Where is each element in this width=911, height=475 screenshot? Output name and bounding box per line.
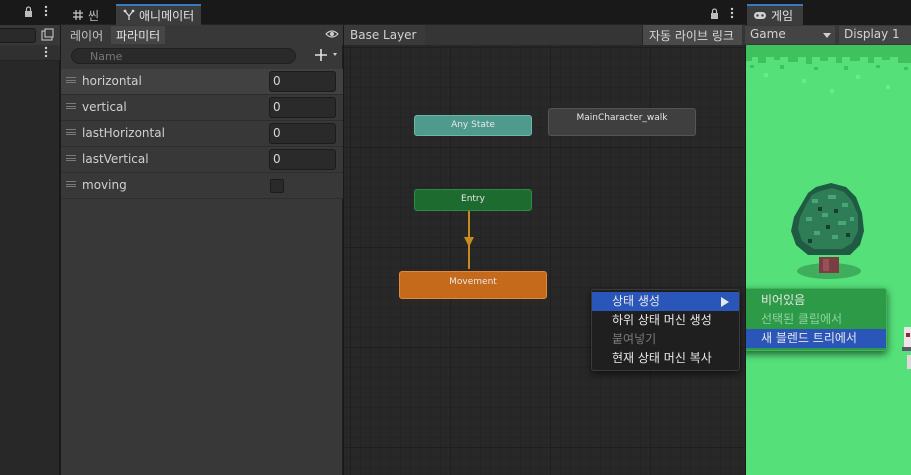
parameter-value-field[interactable]: 0 xyxy=(269,71,336,92)
game-scene xyxy=(746,45,911,475)
state-any-state[interactable]: Any State xyxy=(414,115,532,136)
menu-item-label: 상태 생성 xyxy=(612,294,660,308)
breadcrumb-arrow-icon xyxy=(418,25,427,45)
gamepad-icon xyxy=(754,12,766,19)
menu-create-sub-state-machine[interactable]: 하위 상태 머신 생성 xyxy=(592,311,739,330)
tab-scene-label: 씬 xyxy=(88,9,100,23)
game-tabbar: 게임 xyxy=(745,0,911,25)
display-select[interactable]: Display 1 xyxy=(839,26,911,44)
submenu-arrow-icon xyxy=(721,297,729,307)
animator-graph[interactable]: Base Layer 자동 라이브 링크 Any State MainChara… xyxy=(344,25,745,475)
tab-parameters[interactable]: 파라미터 xyxy=(111,26,166,44)
breadcrumb-label: Base Layer xyxy=(350,28,417,42)
tab-scene[interactable]: 씬 xyxy=(65,4,106,25)
parameter-row[interactable]: lastVertical 0 xyxy=(61,147,343,173)
drag-handle-icon[interactable] xyxy=(66,155,76,161)
menu-create-state[interactable]: 상태 생성 xyxy=(592,292,739,311)
eye-icon[interactable] xyxy=(325,29,339,39)
drag-handle-icon[interactable] xyxy=(66,181,76,187)
transition-arrow[interactable] xyxy=(459,211,479,273)
parameter-row[interactable]: horizontal 0 xyxy=(61,69,343,95)
grid-icon xyxy=(73,10,83,20)
tab-game-label: 게임 xyxy=(771,9,794,23)
tab-game[interactable]: 게임 xyxy=(747,4,804,25)
parameter-name: lastVertical xyxy=(82,152,149,166)
kebab-menu-icon[interactable] xyxy=(730,7,734,19)
breadcrumb[interactable]: Base Layer xyxy=(344,25,425,45)
parameter-bool-checkbox[interactable] xyxy=(270,179,284,193)
parameters-panel: 레이어 파라미터 horizontal 0 vertical 0 lastHor… xyxy=(61,25,343,475)
menu-paste: 붙여넣기 xyxy=(612,332,657,346)
hierarchy-subbar xyxy=(0,45,60,61)
parameter-name: vertical xyxy=(82,100,127,114)
chevron-down-icon xyxy=(823,33,831,38)
animator-subtabs: 레이어 파라미터 xyxy=(61,25,343,45)
parameter-name: lastHorizontal xyxy=(82,126,165,140)
lock-icon[interactable] xyxy=(24,6,33,17)
menu-from-selected-clip: 선택된 클립에서 xyxy=(761,312,843,326)
create-state-submenu: 비어있음 선택된 클립에서 새 블렌드 트리에서 xyxy=(746,288,887,351)
graph-context-menu: 상태 생성 하위 상태 머신 생성 붙여넣기 현재 상태 머신 복사 xyxy=(591,289,740,371)
kebab-menu-icon[interactable] xyxy=(44,5,48,17)
hierarchy-tabbar xyxy=(0,0,60,25)
state-entry[interactable]: Entry xyxy=(414,189,532,211)
parameter-list: horizontal 0 vertical 0 lastHorizontal 0… xyxy=(61,69,343,199)
display-mode-select[interactable]: Game xyxy=(745,26,835,44)
hierarchy-toolbar xyxy=(0,25,60,45)
parameter-name: horizontal xyxy=(82,74,142,88)
parameter-value-field[interactable]: 0 xyxy=(269,149,336,170)
scene-visibility-icon[interactable] xyxy=(40,28,55,43)
tab-animator-label: 애니메이터 xyxy=(139,9,195,23)
parameter-value-field[interactable]: 0 xyxy=(269,123,336,144)
game-toolbar: Game Display 1 xyxy=(745,25,911,45)
parameter-row[interactable]: moving xyxy=(61,173,343,199)
tab-layers[interactable]: 레이어 xyxy=(65,26,108,44)
lock-icon[interactable] xyxy=(710,8,719,19)
drag-handle-icon[interactable] xyxy=(66,77,76,83)
drag-handle-icon[interactable] xyxy=(66,129,76,135)
parameter-value-field[interactable]: 0 xyxy=(269,97,336,118)
display-mode-label: Game xyxy=(750,27,786,41)
parameter-row[interactable]: lastHorizontal 0 xyxy=(61,121,343,147)
menu-create-empty-state[interactable]: 비어있음 xyxy=(746,291,886,310)
add-parameter-button[interactable] xyxy=(313,47,341,63)
hierarchy-search-input[interactable] xyxy=(0,28,36,43)
tab-animator[interactable]: 애니메이터 xyxy=(116,4,202,25)
drag-handle-icon[interactable] xyxy=(66,103,76,109)
kebab-menu-icon[interactable] xyxy=(44,46,48,58)
game-view[interactable]: 비어있음 선택된 클립에서 새 블렌드 트리에서 xyxy=(745,45,911,475)
display-label: Display 1 xyxy=(844,27,900,41)
hierarchy-panel xyxy=(0,0,60,475)
menu-copy-current-state-machine[interactable]: 현재 상태 머신 복사 xyxy=(592,349,739,368)
parameter-name: moving xyxy=(82,178,127,192)
graph-header: Base Layer 자동 라이브 링크 xyxy=(344,25,745,45)
state-movement[interactable]: Movement xyxy=(399,271,547,299)
animator-icon xyxy=(123,9,135,20)
menu-from-new-blend-tree[interactable]: 새 블렌드 트리에서 xyxy=(746,329,886,348)
auto-live-link-toggle[interactable]: 자동 라이브 링크 xyxy=(642,25,742,45)
parameter-search-input[interactable] xyxy=(71,48,296,64)
parameter-row[interactable]: vertical 0 xyxy=(61,95,343,121)
animator-tabbar: 씬 애니메이터 xyxy=(60,0,745,25)
state-maincharacter-walk[interactable]: MainCharacter_walk xyxy=(548,108,696,136)
